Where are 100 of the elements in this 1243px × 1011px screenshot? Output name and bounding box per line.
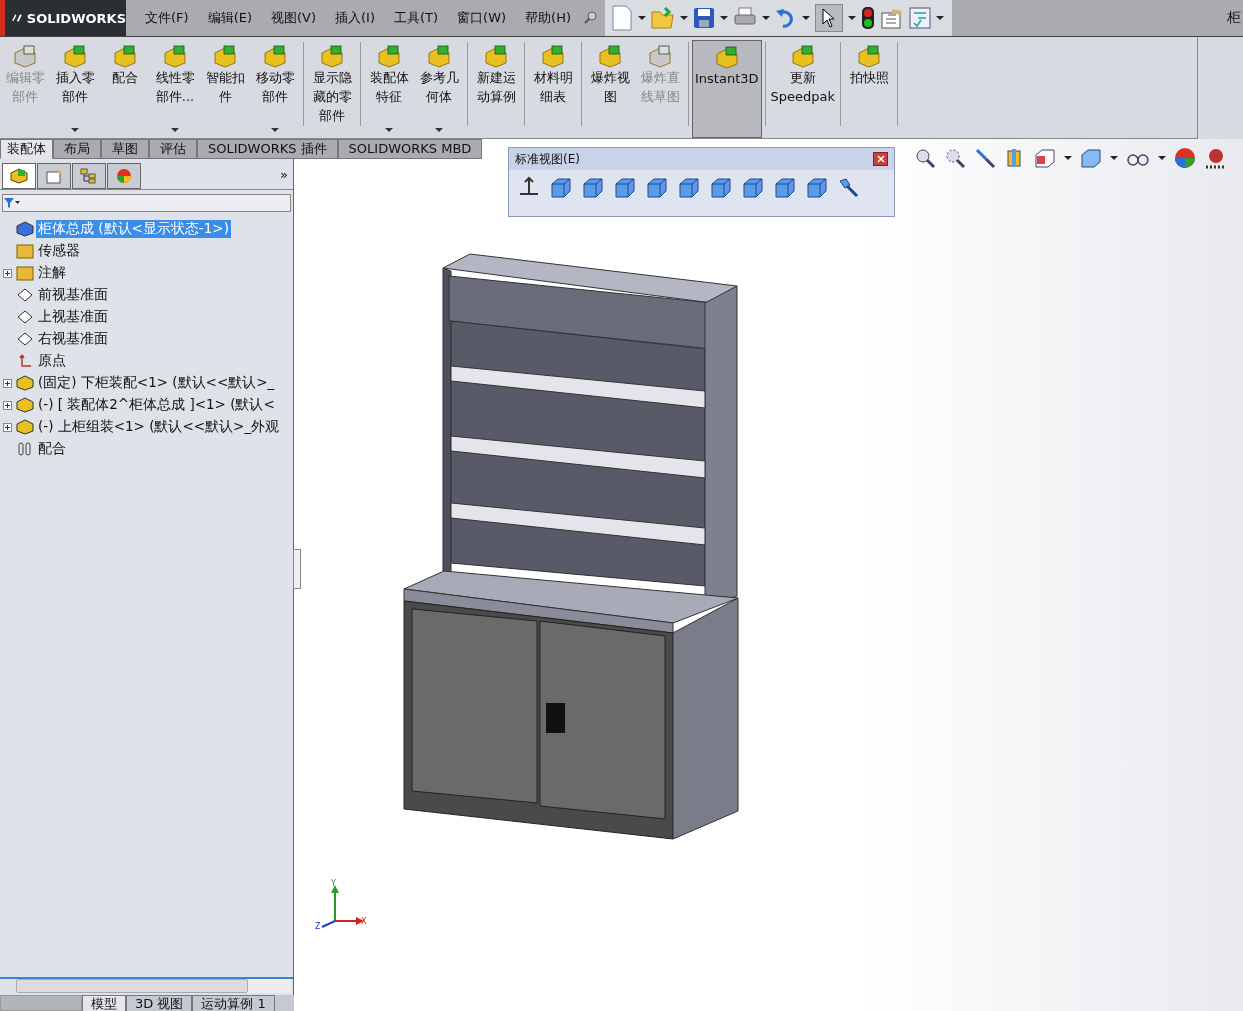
caret-icon[interactable] [1110,156,1118,160]
close-button[interactable] [873,152,888,166]
command-tab[interactable]: 装配体 [0,139,53,159]
ribbon-button[interactable]: 材料明细表 [528,40,578,138]
caret-icon[interactable] [638,16,647,20]
caret-icon[interactable] [435,128,443,132]
cube-view-icon[interactable] [613,176,637,200]
block-icon [789,44,816,68]
origin-icon [16,353,34,369]
ribbon-button[interactable]: 爆炸视图 [585,40,635,138]
cube-view-icon[interactable] [549,176,573,200]
caret-icon[interactable] [171,128,179,132]
tree-item[interactable]: 配合 [36,440,68,458]
tree-item[interactable]: (固定) 下柜装配<1> (默认<<默认>_ [36,374,277,392]
expand-toggle-icon[interactable] [3,422,12,432]
caret-icon[interactable] [385,128,393,132]
filter-field[interactable] [2,194,291,212]
caret-icon[interactable] [1064,156,1072,160]
tree-item[interactable]: 注解 [36,264,68,282]
caret-icon[interactable] [936,16,945,20]
block-icon [426,44,452,68]
appearance-ball-icon[interactable] [1174,147,1196,169]
ribbon-button[interactable]: 显示隐藏的零部件 [307,40,357,138]
caret-icon[interactable] [802,16,811,20]
tree-item[interactable]: 传感器 [36,242,82,260]
cube-view-icon[interactable] [677,176,701,200]
select-button[interactable] [815,4,844,32]
ribbon-button[interactable]: 移动零部件 [250,40,300,138]
annotation-icon [16,265,34,281]
caret-icon[interactable] [720,16,729,20]
expand-toggle-icon[interactable] [3,400,12,410]
caret-icon[interactable] [848,16,857,20]
hierarchy-icon [80,168,98,184]
menu-item[interactable]: 文件(F) [145,9,189,27]
ribbon-button[interactable]: 拍快照 [844,40,895,138]
cube-view-icon[interactable] [709,176,733,200]
ribbon-button[interactable]: 参考几何体 [414,40,464,138]
expand-toggle-icon[interactable] [3,268,12,278]
ribbon-button[interactable]: 配合 [100,40,150,138]
caret-icon[interactable] [271,128,279,132]
ribbon-button[interactable]: 线性零部件... [150,40,200,138]
command-tab[interactable]: SOLIDWORKS MBD [337,139,483,159]
ribbon-button[interactable]: 插入零部件 [50,40,100,138]
scrollbar-thumb[interactable] [16,979,248,993]
menu-item[interactable]: 窗口(W) [457,9,507,27]
checklist-icon[interactable] [909,7,932,29]
display-style-icon[interactable] [1080,147,1102,169]
component-icon [16,375,34,391]
cube-view-icon[interactable] [773,176,797,200]
clipboard-hand-icon[interactable] [880,7,905,29]
view-orientation-icon[interactable] [1034,147,1056,169]
menu-item[interactable]: 编辑(E) [207,9,252,27]
command-tab[interactable]: SOLIDWORKS 插件 [197,139,338,159]
block-icon [10,168,28,184]
tree-item[interactable]: 原点 [36,352,68,370]
ribbon-button[interactable]: 新建运动算例 [471,40,521,138]
expand-toggle-icon[interactable] [3,378,12,388]
block-icon [597,44,623,68]
horizontal-scrollbar[interactable] [16,979,291,993]
tree-item[interactable]: 上视基准面 [36,308,110,326]
zoom-area-icon[interactable] [944,147,966,169]
feature-tree-tab[interactable] [2,163,36,189]
block-icon [162,44,188,68]
command-tab[interactable]: 布局 [53,139,101,159]
caret-icon[interactable] [1158,156,1166,160]
assembly-icon [16,221,34,237]
cube-view-icon[interactable] [645,176,669,200]
menu-item[interactable]: 工具(T) [394,9,439,27]
bottom-tab[interactable]: 运动算例 1 [192,995,275,1011]
tree-item[interactable]: (-) [ 装配体2^柜体总成 ]<1> (默认< [36,396,277,414]
save-icon[interactable] [693,7,716,29]
plane-icon [16,287,34,303]
cube-view-icon[interactable] [741,176,765,200]
caret-icon[interactable] [762,16,771,20]
zoom-to-fit-icon[interactable] [914,147,936,169]
panel-splitter-handle[interactable] [293,549,301,589]
appearance-tab[interactable] [107,163,141,189]
ribbon-button[interactable]: 更新 Speedpak [768,40,838,138]
cube-view-icon[interactable] [581,176,605,200]
command-tab[interactable]: 草图 [101,139,149,159]
cube-view-icon[interactable] [805,176,829,200]
expand-panel-button[interactable]: » [280,166,288,182]
command-tab[interactable]: 评估 [149,139,197,159]
property-tab[interactable] [37,163,71,189]
caret-icon[interactable] [680,16,689,20]
tree-item[interactable]: 前视基准面 [36,286,110,304]
tree-item[interactable]: (-) 上柜组装<1> (默认<<默认>_外观 [36,418,282,436]
ribbon-button[interactable]: 智能扣件 [200,40,250,138]
tree-item[interactable]: 右视基准面 [36,330,110,348]
bottom-tab[interactable]: 3D 视图 [126,995,193,1011]
configuration-tab[interactable] [72,163,106,189]
ribbon-button[interactable]: Instant3D [692,40,762,138]
menu-item[interactable]: 帮助(H) [525,9,572,27]
traffic-light-icon[interactable] [861,6,876,30]
bottom-tab[interactable]: 模型 [82,995,126,1011]
menu-item[interactable]: 视图(V) [271,9,317,27]
caret-icon[interactable] [71,128,79,132]
menu-item[interactable]: 插入(I) [335,9,375,27]
view-selector-icon[interactable] [837,176,861,200]
ribbon-button[interactable]: 装配体特征 [364,40,414,138]
